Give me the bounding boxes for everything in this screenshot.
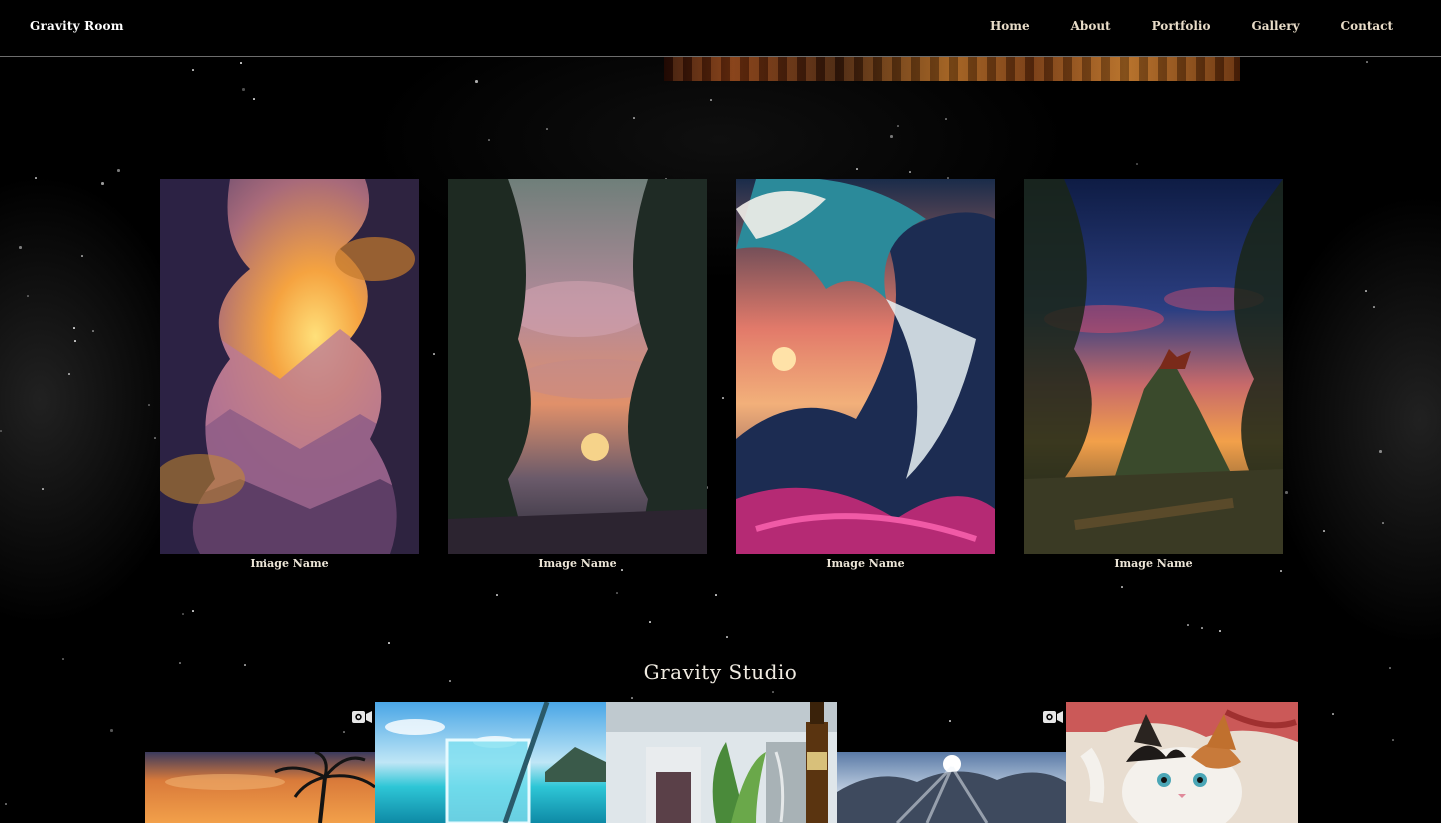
video-camera-icon [1043, 711, 1063, 723]
star [73, 327, 75, 329]
star [1187, 624, 1189, 626]
star [1392, 739, 1394, 741]
gallery-card-image-2[interactable] [448, 179, 707, 554]
star [42, 488, 44, 490]
gallery-card-caption-4: Image Name [1114, 557, 1193, 570]
nav-about[interactable]: About [1071, 19, 1111, 33]
star [388, 642, 390, 644]
star [945, 118, 947, 120]
studio-tile-calico-kitten[interactable] [1066, 702, 1298, 823]
star [726, 636, 728, 638]
page: Gravity Room Home About Portfolio Galler… [0, 0, 1441, 823]
studio-title: Gravity Studio [643, 660, 798, 684]
star [19, 246, 22, 249]
star [1136, 163, 1138, 165]
star [192, 610, 194, 612]
star [715, 594, 717, 596]
star [1373, 306, 1375, 308]
hero-image-bottom-strip [664, 57, 1240, 81]
star [496, 594, 498, 596]
star [1285, 491, 1288, 494]
star [117, 169, 120, 172]
nav-home[interactable]: Home [990, 19, 1030, 33]
star [74, 340, 76, 342]
star [1323, 530, 1325, 532]
gallery-card-image-3[interactable] [736, 179, 995, 554]
star [242, 88, 245, 91]
star [890, 135, 893, 138]
star [27, 295, 29, 297]
video-camera-icon [352, 711, 372, 723]
star [182, 613, 184, 615]
star [631, 697, 633, 699]
star [1382, 522, 1384, 524]
studio-tile-blue-drink[interactable] [375, 702, 606, 823]
star [5, 803, 7, 805]
star [949, 720, 951, 722]
main-nav: Home About Portfolio Gallery Contact [949, 19, 1393, 33]
star [154, 437, 156, 439]
star [488, 139, 490, 141]
star [1332, 713, 1334, 715]
star [1201, 627, 1203, 629]
star [343, 731, 345, 733]
star [240, 62, 242, 64]
star [722, 397, 724, 399]
gallery-card-image-4[interactable] [1024, 179, 1283, 554]
star [475, 80, 478, 83]
studio-tile-winter-trees[interactable] [837, 752, 1066, 823]
site-header: Gravity Room Home About Portfolio Galler… [0, 0, 1441, 57]
star [649, 621, 651, 623]
star [616, 592, 618, 594]
star [68, 373, 70, 375]
nav-gallery[interactable]: Gallery [1251, 19, 1299, 33]
star [1280, 570, 1282, 572]
star [148, 404, 150, 406]
site-brand[interactable]: Gravity Room [30, 19, 124, 33]
star [1365, 290, 1367, 292]
star [1121, 586, 1123, 588]
star [546, 128, 548, 130]
studio-tile-building-plants[interactable] [606, 702, 837, 823]
star [897, 125, 899, 127]
nav-portfolio[interactable]: Portfolio [1152, 19, 1211, 33]
studio-tile-palm-sunset[interactable] [145, 752, 375, 823]
star [192, 69, 194, 71]
star [0, 430, 2, 432]
gallery-card-image-1[interactable] [160, 179, 419, 554]
star [1219, 630, 1221, 632]
gallery-card-caption-1: Image Name [250, 557, 329, 570]
star [35, 177, 37, 179]
star [1379, 450, 1382, 453]
star [909, 171, 911, 173]
star [81, 255, 83, 257]
star [633, 117, 635, 119]
star [253, 98, 255, 100]
star [710, 99, 712, 101]
gallery-card-caption-2: Image Name [538, 557, 617, 570]
star [110, 729, 113, 732]
star [433, 353, 435, 355]
star [856, 168, 858, 170]
gallery-card-caption-3: Image Name [826, 557, 905, 570]
star [772, 691, 774, 693]
star [1366, 61, 1368, 63]
star [101, 182, 104, 185]
star [92, 330, 94, 332]
nav-contact[interactable]: Contact [1341, 19, 1393, 33]
